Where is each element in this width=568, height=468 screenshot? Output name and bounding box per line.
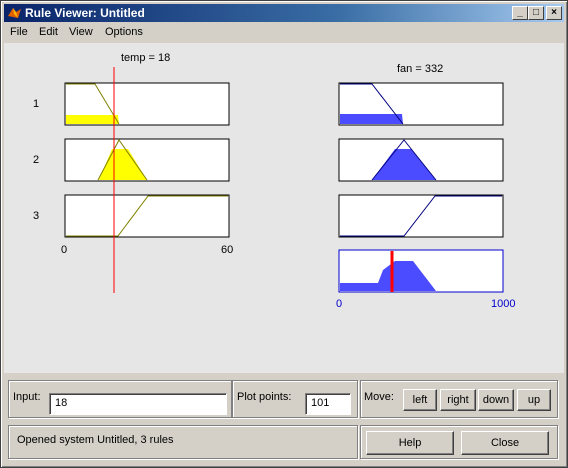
- matlab-icon: [8, 8, 21, 18]
- output-mf-plot: [338, 194, 504, 238]
- menu-file[interactable]: File: [10, 26, 28, 38]
- maximize-button[interactable]: □: [528, 6, 544, 20]
- control-area: Input: 18 Plot points: 101 Move: left ri…: [4, 373, 564, 465]
- input-var-label: temp = 18: [121, 52, 170, 64]
- rule-plot-area: 1 2 3 temp = 18 fan = 332 0 60 0 1000: [4, 43, 564, 373]
- plot-points-label: Plot points:: [237, 391, 292, 403]
- plot-points-panel: Plot points: 101: [232, 380, 358, 418]
- window-title: Rule Viewer: Untitled: [25, 6, 145, 20]
- move-panel: Move: left right down up: [360, 380, 558, 418]
- plot-points-field[interactable]: 101: [305, 393, 351, 415]
- move-label: Move:: [364, 391, 394, 403]
- menu-options[interactable]: Options: [105, 26, 143, 38]
- minimize-button[interactable]: _: [512, 6, 528, 20]
- output-mf-fill: [340, 114, 403, 124]
- rule-viewer-window: Rule Viewer: Untitled _ □ × File Edit Vi…: [0, 0, 568, 468]
- rules-canvas: 1 2 3 temp = 18 fan = 332 0 60 0 1000: [33, 52, 515, 310]
- move-right-button[interactable]: right: [440, 389, 476, 411]
- input-panel: Input: 18: [8, 380, 232, 418]
- output-axis-min: 0: [336, 298, 342, 310]
- input-field[interactable]: 18: [49, 393, 227, 415]
- input-mf-fill: [66, 115, 119, 124]
- minimize-icon: _: [517, 7, 523, 18]
- close-button[interactable]: Close: [461, 431, 549, 455]
- close-icon: ×: [551, 7, 557, 18]
- move-up-button[interactable]: up: [517, 389, 551, 411]
- input-mf-plot[interactable]: [64, 194, 230, 238]
- input-axis-max: 60: [221, 244, 233, 256]
- output-axis-max: 1000: [491, 298, 515, 310]
- close-window-button[interactable]: ×: [546, 6, 562, 20]
- status-panel: Opened system Untitled, 3 rules: [8, 425, 358, 459]
- input-mf-plot[interactable]: [64, 138, 230, 182]
- help-button[interactable]: Help: [366, 431, 454, 455]
- menu-view[interactable]: View: [69, 26, 93, 38]
- output-var-label: fan = 332: [397, 63, 443, 75]
- rule-number: 1: [33, 98, 39, 110]
- status-text: Opened system Untitled, 3 rules: [17, 434, 174, 446]
- rule-number: 2: [33, 154, 39, 166]
- input-label: Input:: [13, 391, 41, 403]
- input-axis-min: 0: [61, 244, 67, 256]
- title-bar: Rule Viewer: Untitled _ □ ×: [4, 4, 564, 22]
- help-close-panel: Help Close: [360, 425, 558, 459]
- rule-number: 3: [33, 210, 39, 222]
- maximize-icon: □: [532, 7, 540, 18]
- menu-edit[interactable]: Edit: [39, 26, 58, 38]
- move-left-button[interactable]: left: [403, 389, 437, 411]
- menu-bar: File Edit View Options: [4, 23, 564, 42]
- move-down-button[interactable]: down: [478, 389, 514, 411]
